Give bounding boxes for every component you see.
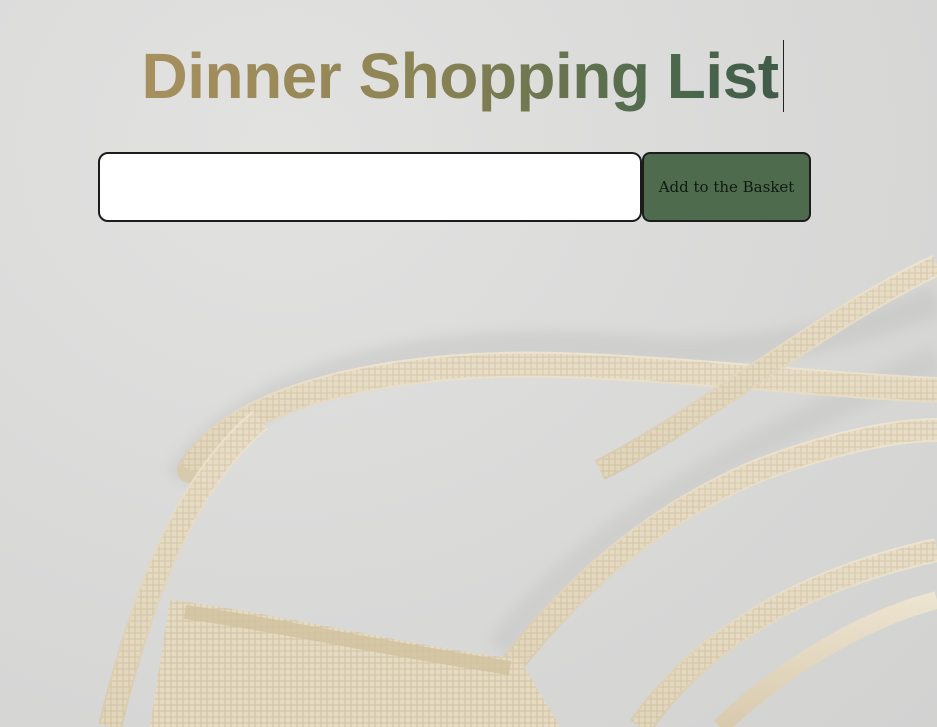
add-item-form: Add to the Basket	[98, 152, 811, 222]
add-to-basket-button[interactable]: Add to the Basket	[642, 152, 811, 222]
title-container: Dinner Shopping List	[0, 40, 937, 112]
item-input[interactable]	[98, 152, 642, 222]
page-title: Dinner Shopping List	[141, 40, 784, 112]
